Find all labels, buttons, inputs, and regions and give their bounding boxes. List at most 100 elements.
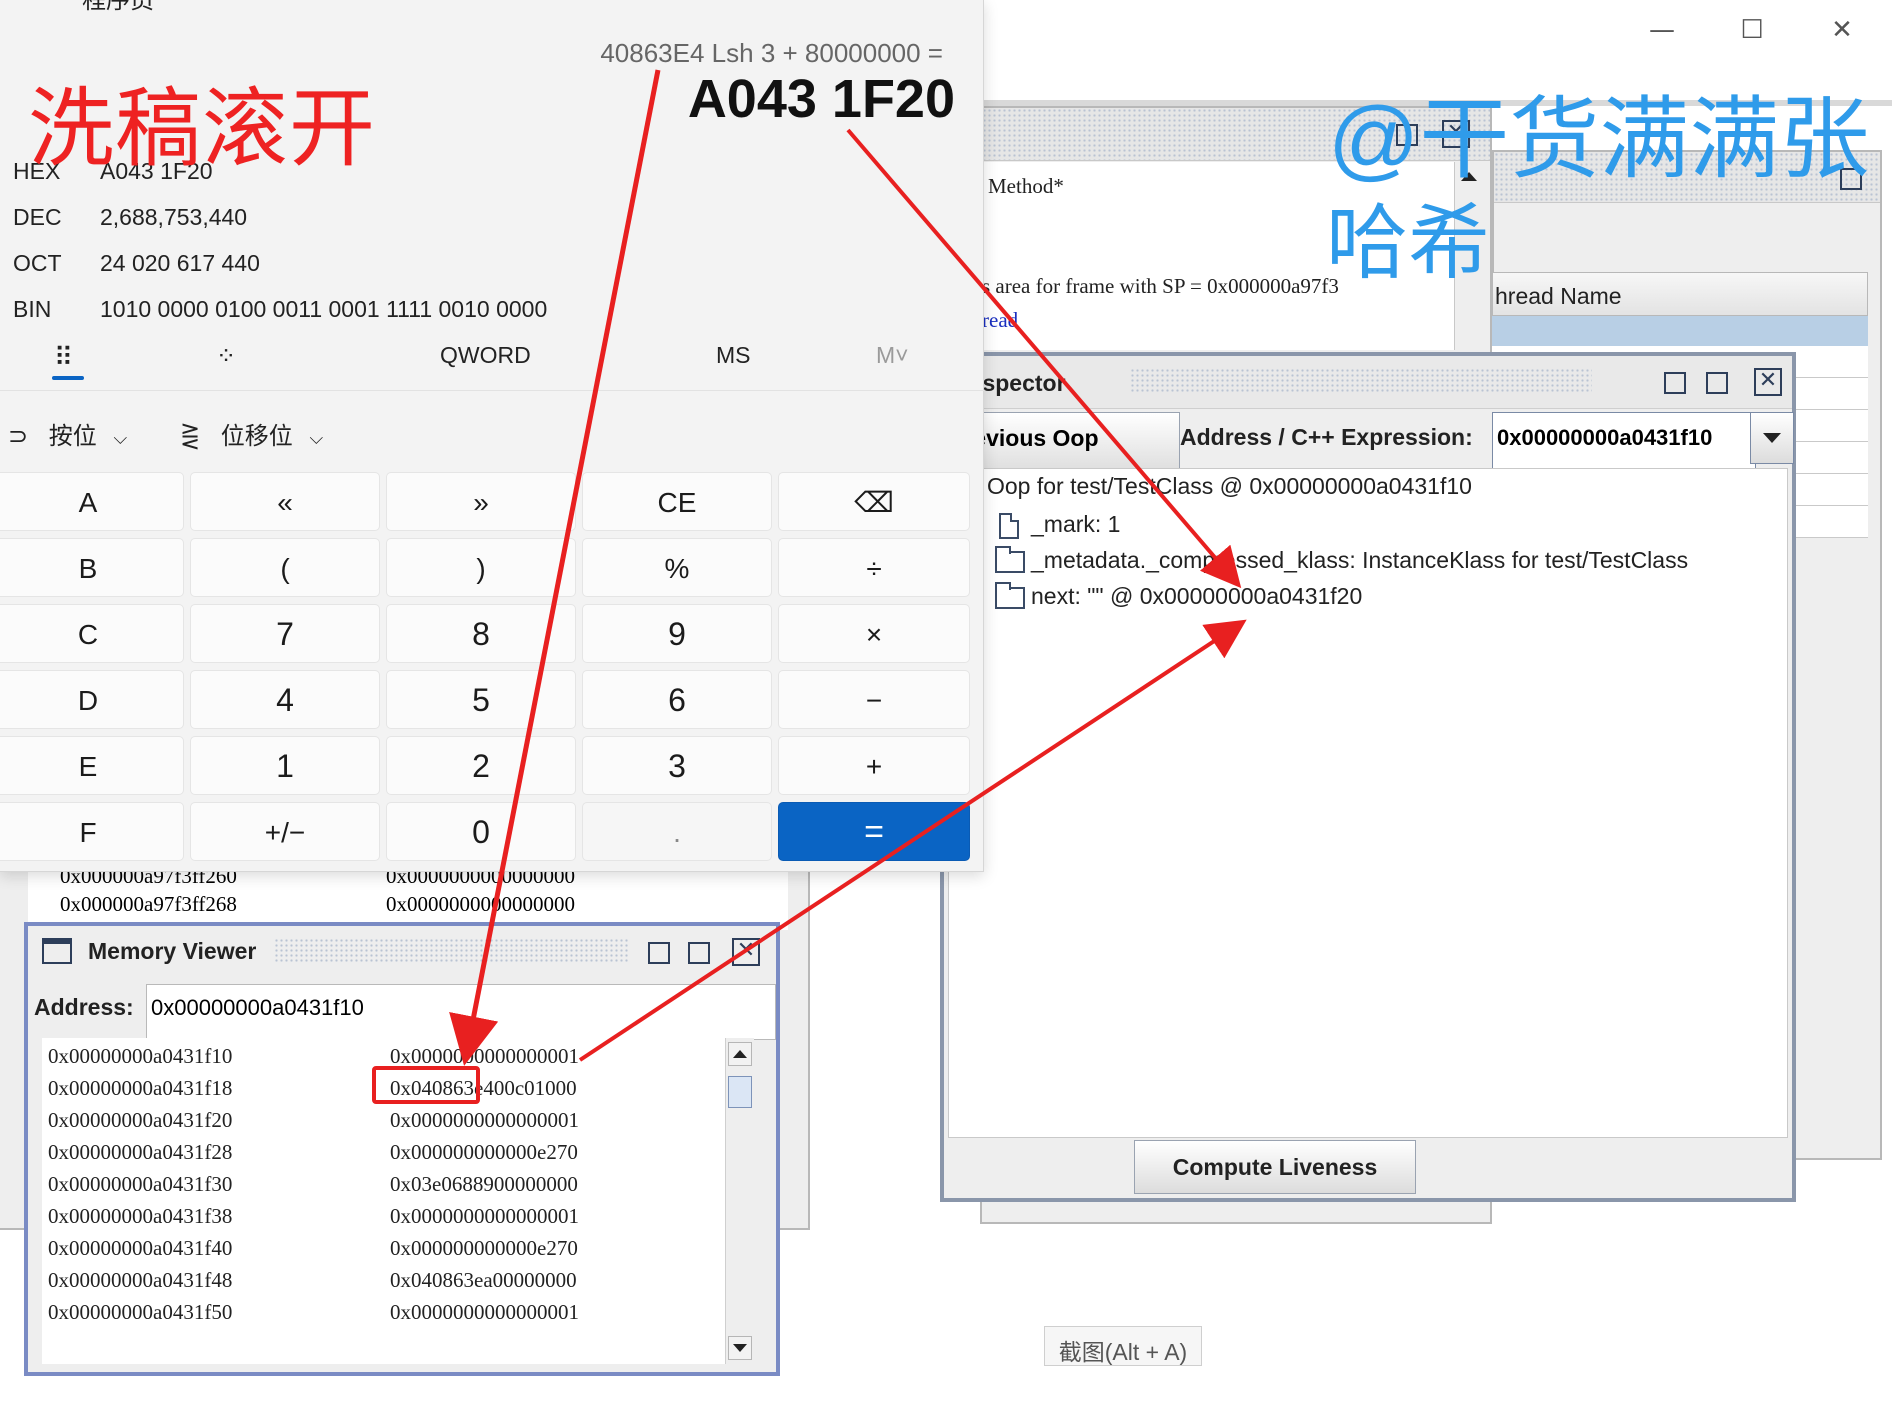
- bit-toggle-icon[interactable]: ⁘: [216, 342, 236, 371]
- key-decimal[interactable]: .: [582, 802, 772, 861]
- key-b[interactable]: B: [0, 538, 184, 597]
- key-right-shift[interactable]: »: [386, 472, 576, 531]
- key-8[interactable]: 8: [386, 604, 576, 663]
- close-icon[interactable]: ✕: [1754, 368, 1782, 396]
- memory-row[interactable]: 0x00000000a0431f28 0x000000000000e270: [48, 1140, 708, 1172]
- tree-node-mark[interactable]: _mark: 1: [1031, 511, 1120, 538]
- key-subtract[interactable]: −: [778, 670, 970, 729]
- active-tab-indicator: [52, 376, 84, 380]
- bitshift-menu[interactable]: ⋛ 位移位 ⌵: [180, 416, 323, 451]
- bitwise-menu[interactable]: ⊃ 按位 ⌵: [8, 416, 127, 451]
- scroll-thumb[interactable]: [728, 1076, 752, 1108]
- close-button[interactable]: ✕: [1822, 12, 1862, 48]
- key-equals[interactable]: =: [778, 802, 970, 861]
- memory-row[interactable]: 0x00000000a0431f30 0x03e0688900000000: [48, 1172, 708, 1204]
- file-icon: [999, 513, 1019, 539]
- memory-row[interactable]: 0x00000000a0431f38 0x0000000000000001: [48, 1204, 708, 1236]
- memory-value: 0x0000000000000001: [390, 1300, 579, 1324]
- radix-label-dec[interactable]: DEC: [13, 204, 62, 231]
- minimize-button[interactable]: —: [1642, 12, 1682, 48]
- key-backspace[interactable]: ⌫: [778, 472, 970, 531]
- key-9[interactable]: 9: [582, 604, 772, 663]
- key-open-paren[interactable]: (: [190, 538, 380, 597]
- radix-label-oct[interactable]: OCT: [13, 250, 62, 277]
- key-0[interactable]: 0: [386, 802, 576, 861]
- memory-value: 0x0000000000000001: [390, 1204, 579, 1228]
- memory-row[interactable]: 0x00000000a0431f50 0x0000000000000001: [48, 1300, 708, 1332]
- word-size-button[interactable]: QWORD: [440, 342, 531, 369]
- calculator-expression: 40863E4 Lsh 3 + 80000000 =: [600, 38, 943, 68]
- radix-label-bin[interactable]: BIN: [13, 296, 51, 323]
- titlebar-texture: [1130, 368, 1592, 394]
- key-2[interactable]: 2: [386, 736, 576, 795]
- calculator-mode-title: 程序员: [82, 0, 154, 14]
- bitwise-label: 按位: [48, 423, 97, 450]
- minimize-icon[interactable]: [648, 942, 670, 964]
- key-5[interactable]: 5: [386, 670, 576, 729]
- scroll-up-button[interactable]: [728, 1042, 752, 1066]
- address-dropdown-button[interactable]: [1750, 412, 1794, 464]
- maximize-icon[interactable]: [688, 942, 710, 964]
- arrow-up-icon: [733, 1050, 747, 1058]
- logic-gate-icon: ⊃: [8, 422, 29, 450]
- maximize-button[interactable]: ☐: [1732, 12, 1772, 48]
- key-e[interactable]: E: [0, 736, 184, 795]
- calculator-result: A043 1F20: [687, 69, 955, 129]
- memory-row[interactable]: 0x00000000a0431f20 0x0000000000000001: [48, 1108, 708, 1140]
- highlight-box: [372, 1066, 480, 1104]
- key-d[interactable]: D: [0, 670, 184, 729]
- minimize-icon[interactable]: [1664, 372, 1686, 394]
- key-c[interactable]: C: [0, 604, 184, 663]
- tree-node-next[interactable]: next: "" @ 0x00000000a0431f20: [1031, 583, 1362, 610]
- titlebar-texture: [274, 938, 630, 964]
- key-1[interactable]: 1: [190, 736, 380, 795]
- memory-address: 0x00000000a0431f48: [48, 1268, 233, 1292]
- key-multiply[interactable]: ×: [778, 604, 970, 663]
- thread-name-column-header[interactable]: hread Name: [1492, 272, 1868, 316]
- key-7[interactable]: 7: [190, 604, 380, 663]
- snip-shortcut-hint: 截图(Alt + A): [1044, 1326, 1202, 1366]
- memory-menu-button[interactable]: M˅: [876, 342, 909, 369]
- key-add[interactable]: +: [778, 736, 970, 795]
- memory-viewer-titlebar[interactable]: Memory Viewer ✕: [28, 926, 776, 976]
- memory-viewer-window: Memory Viewer ✕ Address: 0x00000000a0431…: [24, 922, 780, 1376]
- text-line: read: [984, 308, 1019, 332]
- oop-tree[interactable]: Oop for test/TestClass @ 0x00000000a0431…: [948, 468, 1788, 1138]
- list-item-address: 0x000000a97f3ff268: [60, 892, 237, 916]
- address-expression-input[interactable]: 0x00000000a0431f10: [1492, 412, 1756, 476]
- key-f[interactable]: F: [0, 802, 184, 861]
- radix-value-dec: 2,688,753,440: [100, 204, 248, 230]
- memory-store-button[interactable]: MS: [716, 342, 751, 369]
- key-percent[interactable]: %: [582, 538, 772, 597]
- key-divide[interactable]: ÷: [778, 538, 970, 597]
- key-ce[interactable]: CE: [582, 472, 772, 531]
- folder-icon: [995, 546, 1025, 573]
- memory-row[interactable]: 0x00000000a0431f40 0x000000000000e270: [48, 1236, 708, 1268]
- tree-node-metadata[interactable]: _metadata._compressed_klass: InstanceKla…: [1031, 547, 1688, 574]
- scroll-down-button[interactable]: [728, 1336, 752, 1360]
- inspector-window: Inspector ✕ Previous Oop Address / C++ E…: [940, 352, 1796, 1202]
- memory-row[interactable]: 0x00000000a0431f48 0x040863ea00000000: [48, 1268, 708, 1300]
- thread-row-selected[interactable]: [1492, 316, 1868, 346]
- key-6[interactable]: 6: [582, 670, 772, 729]
- key-a[interactable]: A: [0, 472, 184, 531]
- tree-root[interactable]: Oop for test/TestClass @ 0x00000000a0431…: [987, 473, 1472, 500]
- key-3[interactable]: 3: [582, 736, 772, 795]
- keypad-icon[interactable]: ⠿: [54, 342, 73, 373]
- maximize-icon[interactable]: [1706, 372, 1728, 394]
- key-4[interactable]: 4: [190, 670, 380, 729]
- text-line: Method*: [988, 174, 1064, 198]
- address-input[interactable]: 0x00000000a0431f10: [146, 984, 776, 1040]
- memory-address: 0x00000000a0431f10: [48, 1044, 233, 1068]
- key-left-shift[interactable]: «: [190, 472, 380, 531]
- compute-liveness-button[interactable]: Compute Liveness: [1134, 1140, 1416, 1194]
- bitshift-icon: ⋛: [180, 422, 201, 450]
- inspector-titlebar[interactable]: Inspector ✕: [944, 356, 1792, 409]
- close-icon[interactable]: ✕: [732, 938, 760, 966]
- background-memory-list[interactable]: 0x000000a97f3ff260 0x0000000000000000 0x…: [28, 864, 788, 930]
- watermark-blue-line2: 哈希: [1326, 198, 1491, 289]
- key-close-paren[interactable]: ): [386, 538, 576, 597]
- memory-scrollbar[interactable]: [725, 1038, 754, 1364]
- memory-address: 0x00000000a0431f50: [48, 1300, 233, 1324]
- key-negate[interactable]: +/−: [190, 802, 380, 861]
